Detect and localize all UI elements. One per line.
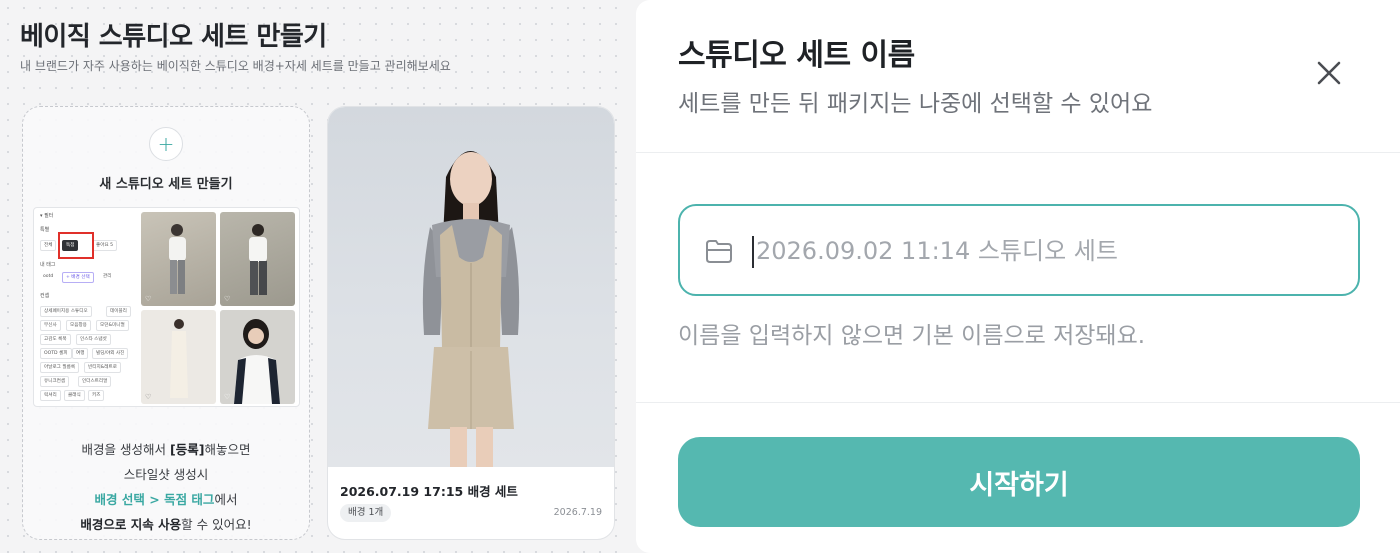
header-divider [636,152,1400,153]
preview-photo-grid: ♡ ♡ ♡ ♡ [141,212,297,406]
preview-chip-bg-select: + 배경 선택 [62,272,94,283]
page-title: 베이직 스튜디오 세트 만들기 [20,22,327,52]
preview-photo: ♡ [141,212,216,306]
text-caret [752,236,754,268]
input-hint: 이름을 입력하지 않으면 기본 이름으로 저장돼요. [678,323,1146,349]
heart-icon[interactable]: ♡ [145,393,151,401]
modal-subtitle: 세트를 만든 뒤 패키지는 나중에 선택할 수 있어요 [678,91,1153,117]
preview-tag: 모던&미니멀 [96,320,129,331]
preview-chip-all: 전체 [40,240,57,251]
preview-tag: 클래식 [64,390,85,401]
modal-title: 스튜디오 세트 이름 [678,38,915,73]
set-name-input[interactable] [756,228,1336,274]
preview-tag: 빈티지&레트로 [84,362,121,373]
preview-tag: 모음창용 [66,320,91,331]
set-thumbnail [328,107,614,467]
page-subtitle: 내 브랜드가 자주 사용하는 베이직한 스튜디오 배경+자세 세트를 만들고 관… [20,59,451,73]
preview-tag: 고감도 룩북 [40,334,71,345]
new-studio-set-title: 새 스튜디오 세트 만들기 [99,177,233,192]
highlight-box [58,232,94,259]
set-name-field[interactable] [678,204,1360,296]
set-date: 2026.7.19 [553,507,602,518]
preview-chip-ootd: ootd [40,272,57,283]
close-icon[interactable] [1314,58,1344,88]
preview-tag: 아날로그 필름룩 [40,362,80,373]
footer-divider [636,402,1400,403]
preview-tag: 유니크컨셉 [40,376,70,387]
preview-tag: 인더스트리얼 [78,376,112,387]
heart-icon[interactable]: ♡ [224,393,230,401]
plus-icon[interactable]: + [149,127,183,161]
preview-special-label: 특별 [40,227,50,233]
preview-my-tags-label: 내 태그 [40,262,56,268]
preview-tag: 무신사 [40,320,61,331]
preview-tag: 인스타 스냅샷 [76,334,111,345]
preview-filter-sidebar: ▾ 필터 특별 전체 독점 좋아요 5 내 태그 ootd + 배경 선택 관리… [34,208,138,406]
preview-chip-like: 좋아요 5 [92,240,118,251]
background-count-badge: 배경 1개 [340,504,392,522]
preview-tag: 여행 [72,348,89,359]
studio-set-list-panel: 베이직 스튜디오 세트 만들기 내 브랜드가 자주 사용하는 베이직한 스튜디오… [0,0,628,553]
heart-icon[interactable]: ♡ [224,295,230,303]
new-studio-set-card[interactable]: + 새 스튜디오 세트 만들기 ▾ 필터 특별 전체 독점 좋아요 5 내 태그… [22,106,310,540]
preview-concept-label: 컨셉 [40,293,50,299]
start-button[interactable]: 시작하기 [678,437,1360,527]
tag-guide-preview: ▾ 필터 특별 전체 독점 좋아요 5 내 태그 ootd + 배경 선택 관리… [33,207,300,407]
preview-photo: ♡ [141,310,216,404]
preview-tag: 빌딩/야외 사진 [92,348,129,359]
preview-tag: OOTD 셀피 [40,348,72,359]
studio-set-card[interactable]: 2026.07.19 17:15 배경 세트 배경 1개 2026.7.19 [327,106,615,540]
preview-tag: 상세페이지용 스튜디오 [40,306,92,317]
preview-photo: ♡ [220,310,295,404]
preview-chip-manage: 관리 [100,272,115,283]
preview-photo: ♡ [220,212,295,306]
set-title: 2026.07.19 17:15 배경 세트 [340,484,518,499]
preview-tag: 데이블리 [106,306,131,317]
preview-tag: 럭셔리 [40,390,61,401]
studio-set-name-modal: 스튜디오 세트 이름 세트를 만든 뒤 패키지는 나중에 선택할 수 있어요 이… [636,0,1400,553]
heart-icon[interactable]: ♡ [145,295,151,303]
folder-icon [704,236,734,266]
new-card-description: 배경을 생성해서 [등록]해놓으면 스타일샷 생성시 배경 선택 > 독점 태그… [80,442,252,532]
preview-filter-label: ▾ 필터 [40,213,54,219]
preview-tag: 키즈 [88,390,105,401]
